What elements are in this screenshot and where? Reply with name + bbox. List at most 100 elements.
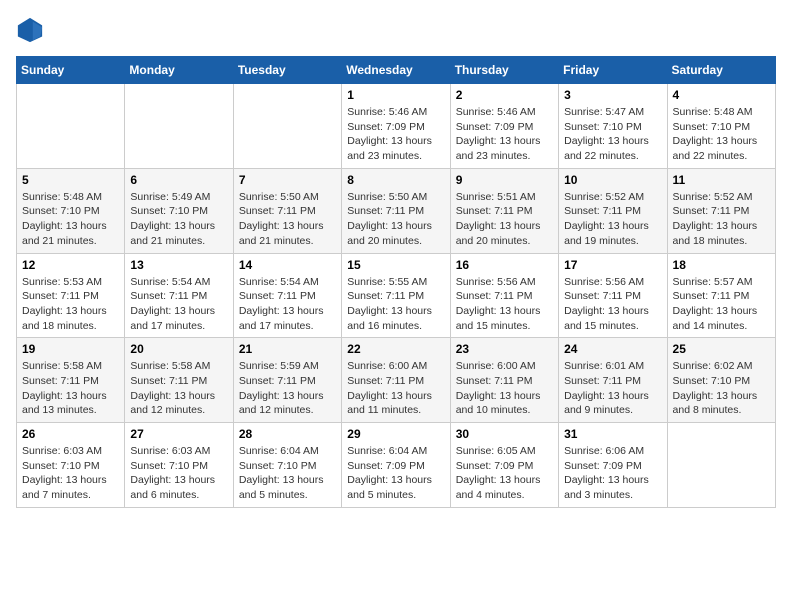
day-number: 26 [22, 427, 119, 441]
day-number: 12 [22, 258, 119, 272]
day-info: Sunrise: 6:00 AMSunset: 7:11 PMDaylight:… [456, 359, 553, 418]
day-info: Sunrise: 5:50 AMSunset: 7:11 PMDaylight:… [347, 190, 444, 249]
day-number: 27 [130, 427, 227, 441]
calendar-cell: 31 Sunrise: 6:06 AMSunset: 7:09 PMDayligh… [559, 423, 667, 508]
day-number: 24 [564, 342, 661, 356]
day-info: Sunrise: 6:00 AMSunset: 7:11 PMDaylight:… [347, 359, 444, 418]
day-info: Sunrise: 5:59 AMSunset: 7:11 PMDaylight:… [239, 359, 336, 418]
logo-icon [16, 16, 44, 44]
day-number: 9 [456, 173, 553, 187]
day-info: Sunrise: 5:54 AMSunset: 7:11 PMDaylight:… [239, 275, 336, 334]
calendar-table: SundayMondayTuesdayWednesdayThursdayFrid… [16, 56, 776, 508]
day-number: 21 [239, 342, 336, 356]
day-number: 29 [347, 427, 444, 441]
calendar-cell: 18 Sunrise: 5:57 AMSunset: 7:11 PMDayligh… [667, 253, 775, 338]
day-info: Sunrise: 5:48 AMSunset: 7:10 PMDaylight:… [22, 190, 119, 249]
day-info: Sunrise: 6:06 AMSunset: 7:09 PMDaylight:… [564, 444, 661, 503]
day-number: 1 [347, 88, 444, 102]
day-info: Sunrise: 6:01 AMSunset: 7:11 PMDaylight:… [564, 359, 661, 418]
calendar-cell [233, 84, 341, 169]
day-info: Sunrise: 5:53 AMSunset: 7:11 PMDaylight:… [22, 275, 119, 334]
calendar-cell: 1 Sunrise: 5:46 AMSunset: 7:09 PMDaylight… [342, 84, 450, 169]
day-number: 4 [673, 88, 770, 102]
day-info: Sunrise: 5:55 AMSunset: 7:11 PMDaylight:… [347, 275, 444, 334]
day-info: Sunrise: 5:54 AMSunset: 7:11 PMDaylight:… [130, 275, 227, 334]
calendar-cell: 28 Sunrise: 6:04 AMSunset: 7:10 PMDayligh… [233, 423, 341, 508]
day-info: Sunrise: 6:02 AMSunset: 7:10 PMDaylight:… [673, 359, 770, 418]
day-number: 14 [239, 258, 336, 272]
day-number: 28 [239, 427, 336, 441]
day-info: Sunrise: 5:52 AMSunset: 7:11 PMDaylight:… [673, 190, 770, 249]
calendar-week-row: 19Sunrise: 5:58 AMSunset: 7:11 PMDayligh… [17, 338, 776, 423]
day-info: Sunrise: 5:56 AMSunset: 7:11 PMDaylight:… [456, 275, 553, 334]
day-number: 17 [564, 258, 661, 272]
calendar-header-row: SundayMondayTuesdayWednesdayThursdayFrid… [17, 57, 776, 84]
calendar-cell: 17 Sunrise: 5:56 AMSunset: 7:11 PMDayligh… [559, 253, 667, 338]
calendar-cell [125, 84, 233, 169]
day-number: 20 [130, 342, 227, 356]
day-info: Sunrise: 6:04 AMSunset: 7:10 PMDaylight:… [239, 444, 336, 503]
day-number: 15 [347, 258, 444, 272]
calendar-cell [667, 423, 775, 508]
calendar-cell: 21 Sunrise: 5:59 AMSunset: 7:11 PMDayligh… [233, 338, 341, 423]
calendar-cell: 16Sunrise: 5:56 AMSunset: 7:11 PMDayligh… [450, 253, 558, 338]
day-number: 3 [564, 88, 661, 102]
weekday-header: Thursday [450, 57, 558, 84]
day-number: 23 [456, 342, 553, 356]
day-number: 22 [347, 342, 444, 356]
day-number: 8 [347, 173, 444, 187]
calendar-cell: 7Sunrise: 5:50 AMSunset: 7:11 PMDaylight… [233, 168, 341, 253]
calendar-cell: 10 Sunrise: 5:52 AMSunset: 7:11 PMDayligh… [559, 168, 667, 253]
day-number: 25 [673, 342, 770, 356]
day-info: Sunrise: 5:46 AMSunset: 7:09 PMDaylight:… [347, 105, 444, 164]
weekday-header: Wednesday [342, 57, 450, 84]
calendar-week-row: 12 Sunrise: 5:53 AMSunset: 7:11 PMDayligh… [17, 253, 776, 338]
calendar-cell: 8 Sunrise: 5:50 AMSunset: 7:11 PMDaylight… [342, 168, 450, 253]
day-info: Sunrise: 6:04 AMSunset: 7:09 PMDaylight:… [347, 444, 444, 503]
calendar-week-row: 5 Sunrise: 5:48 AMSunset: 7:10 PMDaylight… [17, 168, 776, 253]
calendar-cell: 12 Sunrise: 5:53 AMSunset: 7:11 PMDayligh… [17, 253, 125, 338]
calendar-cell: 9 Sunrise: 5:51 AMSunset: 7:11 PMDaylight… [450, 168, 558, 253]
day-info: Sunrise: 5:57 AMSunset: 7:11 PMDaylight:… [673, 275, 770, 334]
calendar-cell: 23 Sunrise: 6:00 AMSunset: 7:11 PMDayligh… [450, 338, 558, 423]
weekday-header: Tuesday [233, 57, 341, 84]
day-info: Sunrise: 6:05 AMSunset: 7:09 PMDaylight:… [456, 444, 553, 503]
weekday-header: Sunday [17, 57, 125, 84]
day-info: Sunrise: 5:50 AMSunset: 7:11 PMDaylight:… [239, 190, 336, 249]
calendar-cell: 15 Sunrise: 5:55 AMSunset: 7:11 PMDayligh… [342, 253, 450, 338]
day-info: Sunrise: 5:52 AMSunset: 7:11 PMDaylight:… [564, 190, 661, 249]
calendar-cell [17, 84, 125, 169]
calendar-cell: 25 Sunrise: 6:02 AMSunset: 7:10 PMDayligh… [667, 338, 775, 423]
calendar-cell: 20 Sunrise: 5:58 AMSunset: 7:11 PMDayligh… [125, 338, 233, 423]
calendar-week-row: 1 Sunrise: 5:46 AMSunset: 7:09 PMDaylight… [17, 84, 776, 169]
day-info: Sunrise: 6:03 AMSunset: 7:10 PMDaylight:… [22, 444, 119, 503]
logo [16, 16, 48, 44]
calendar-cell: 24 Sunrise: 6:01 AMSunset: 7:11 PMDayligh… [559, 338, 667, 423]
day-info: Sunrise: 5:48 AMSunset: 7:10 PMDaylight:… [673, 105, 770, 164]
day-info: Sunrise: 5:58 AMSunset: 7:11 PMDaylight:… [130, 359, 227, 418]
day-number: 5 [22, 173, 119, 187]
calendar-cell: 29 Sunrise: 6:04 AMSunset: 7:09 PMDayligh… [342, 423, 450, 508]
calendar-cell: 30 Sunrise: 6:05 AMSunset: 7:09 PMDayligh… [450, 423, 558, 508]
day-number: 30 [456, 427, 553, 441]
day-number: 18 [673, 258, 770, 272]
day-info: Sunrise: 5:56 AMSunset: 7:11 PMDaylight:… [564, 275, 661, 334]
day-info: Sunrise: 5:49 AMSunset: 7:10 PMDaylight:… [130, 190, 227, 249]
calendar-cell: 2 Sunrise: 5:46 AMSunset: 7:09 PMDaylight… [450, 84, 558, 169]
day-number: 13 [130, 258, 227, 272]
calendar-cell: 5 Sunrise: 5:48 AMSunset: 7:10 PMDaylight… [17, 168, 125, 253]
calendar-cell: 22 Sunrise: 6:00 AMSunset: 7:11 PMDayligh… [342, 338, 450, 423]
day-info: Sunrise: 5:51 AMSunset: 7:11 PMDaylight:… [456, 190, 553, 249]
calendar-week-row: 26 Sunrise: 6:03 AMSunset: 7:10 PMDayligh… [17, 423, 776, 508]
day-number: 10 [564, 173, 661, 187]
day-number: 2 [456, 88, 553, 102]
calendar-cell: 19Sunrise: 5:58 AMSunset: 7:11 PMDayligh… [17, 338, 125, 423]
calendar-cell: 6 Sunrise: 5:49 AMSunset: 7:10 PMDaylight… [125, 168, 233, 253]
calendar-cell: 4 Sunrise: 5:48 AMSunset: 7:10 PMDaylight… [667, 84, 775, 169]
day-info: Sunrise: 5:46 AMSunset: 7:09 PMDaylight:… [456, 105, 553, 164]
day-number: 31 [564, 427, 661, 441]
calendar-cell: 13 Sunrise: 5:54 AMSunset: 7:11 PMDayligh… [125, 253, 233, 338]
day-number: 11 [673, 173, 770, 187]
calendar-cell: 11 Sunrise: 5:52 AMSunset: 7:11 PMDayligh… [667, 168, 775, 253]
day-number: 6 [130, 173, 227, 187]
